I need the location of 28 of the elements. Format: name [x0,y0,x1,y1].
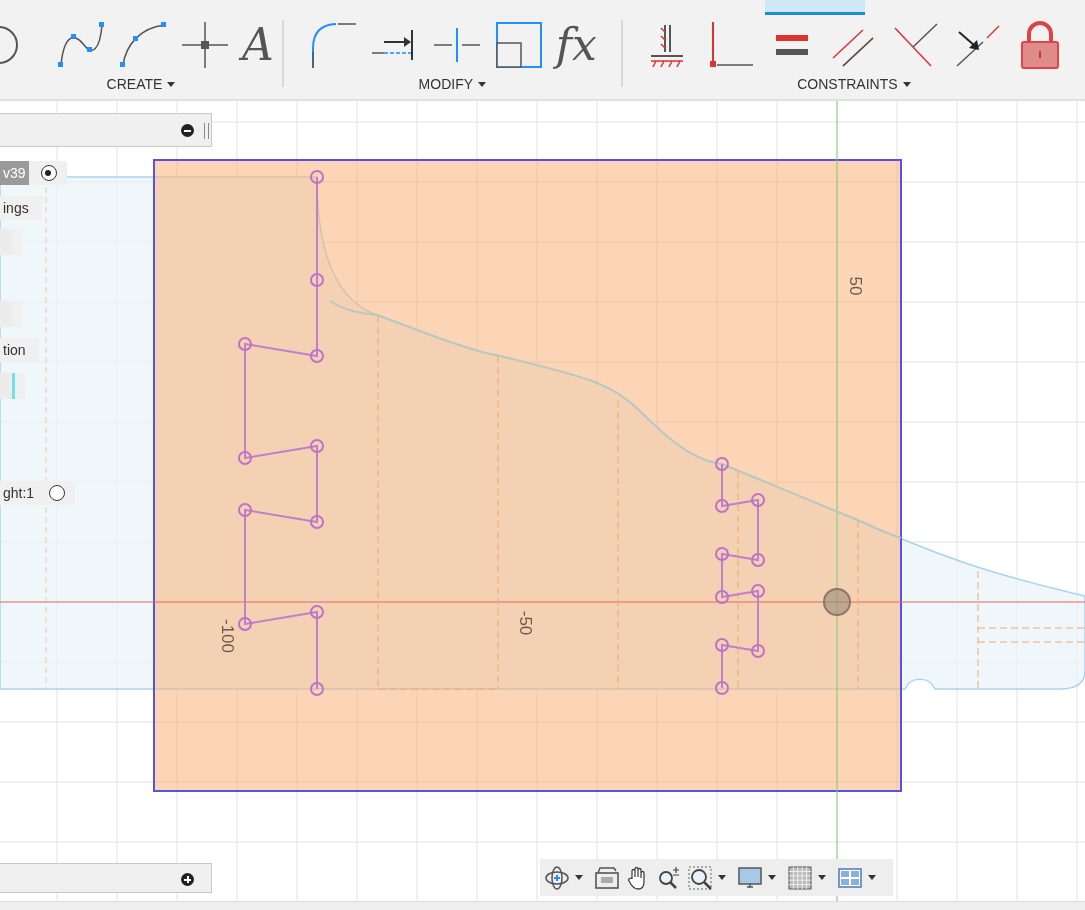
display-icon[interactable] [737,864,763,891]
group-menu-button[interactable]: MODIFY [418,76,487,92]
caret-icon[interactable] [718,875,726,880]
caret-icon[interactable] [768,875,776,880]
orbit-icon[interactable] [544,864,570,891]
arc-icon[interactable] [118,20,169,70]
origin-point [823,588,851,616]
radio-button[interactable] [49,485,66,501]
grip-icon[interactable] [204,123,209,139]
look-icon[interactable] [594,864,620,891]
grid-icon[interactable] [787,864,813,891]
caret-icon[interactable] [868,875,876,880]
group-menu-button[interactable]: CREATE [106,76,176,92]
collapse-icon[interactable] [181,124,194,137]
spline-icon[interactable] [56,20,107,70]
radio-button[interactable] [40,165,57,181]
tool-glyph-button[interactable]: fx [555,20,597,70]
axis-label: -50 [516,610,535,636]
offset-icon[interactable] [493,20,544,70]
axis-label: 50 [846,276,865,296]
add-icon[interactable] [181,873,194,886]
fit-icon[interactable] [687,864,713,891]
axis-label: -100 [218,619,237,653]
caret-icon[interactable] [575,875,583,880]
caret-icon[interactable] [818,875,826,880]
zoom-icon[interactable] [656,864,682,891]
group-menu-button[interactable]: CONSTRAINTS [797,76,911,92]
point-icon[interactable] [180,20,231,70]
